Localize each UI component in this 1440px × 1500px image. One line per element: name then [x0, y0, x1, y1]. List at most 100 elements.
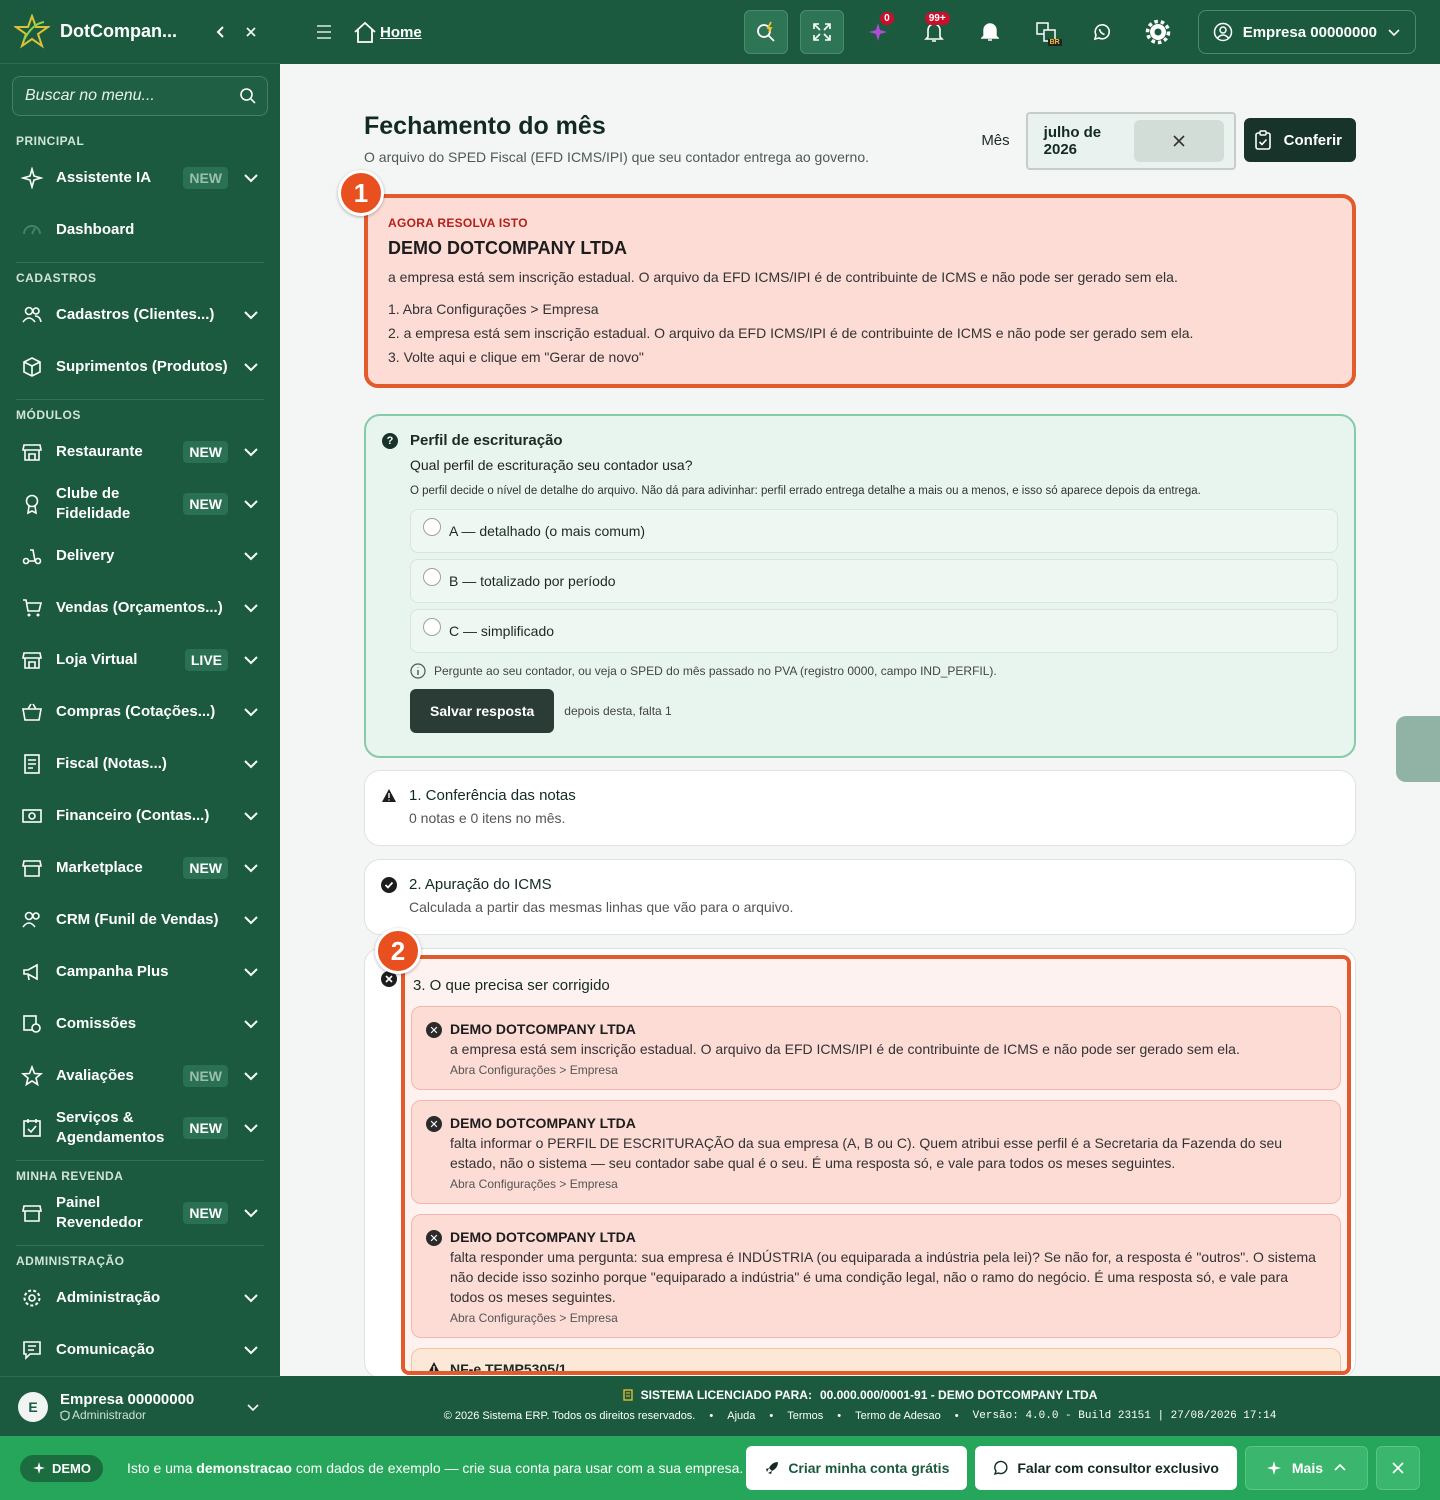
home-link[interactable]: Home	[352, 20, 422, 44]
error-item: ✕ DEMO DOTCOMPANY LTDA falta responder u…	[411, 1214, 1341, 1338]
sidebar-item-administracao[interactable]: Administração	[0, 1272, 280, 1324]
close-banner-button[interactable]	[1376, 1446, 1420, 1490]
radio-button[interactable]	[423, 618, 441, 636]
language-code: BR	[1047, 39, 1062, 46]
step-apuracao[interactable]: 2. Apuração do ICMS Calculada a partir d…	[364, 859, 1356, 935]
perfil-option-c[interactable]: C — simplificado	[410, 609, 1338, 653]
error-hint: Abra Configurações > Empresa	[450, 1311, 618, 1325]
conferir-button[interactable]: Conferir	[1243, 118, 1356, 162]
notifications-button[interactable]: 99+	[912, 10, 956, 54]
month-label: Mês	[981, 132, 1010, 149]
sidebar-item-restaurante[interactable]: Restaurante NEW	[0, 426, 280, 478]
language-button[interactable]: BR	[1024, 10, 1068, 54]
chevron-down-icon	[244, 448, 258, 457]
warning-item: NF-e TEMP5305/1	[411, 1348, 1341, 1375]
new-badge: NEW	[183, 1202, 228, 1224]
whatsapp-button[interactable]	[1080, 10, 1124, 54]
terms-link[interactable]: Termos	[787, 1410, 823, 1422]
step-conferencia[interactable]: 1. Conferência das notas 0 notas e 0 ite…	[364, 770, 1356, 846]
sidebar-item-label: Comunicação	[56, 1341, 155, 1358]
sidebar-item-avaliacoes[interactable]: Avaliações NEW	[0, 1050, 280, 1102]
error-description: a empresa está sem inscrição estadual. O…	[450, 1041, 1240, 1057]
step-correcoes: 3. O que precisa ser corrigido ✕ DEMO DO…	[364, 948, 1356, 1378]
sidebar-item-marketplace[interactable]: Marketplace NEW	[0, 842, 280, 894]
alert-steps: 1. Abra Configurações > Empresa 2. a emp…	[388, 297, 1332, 369]
page-header: Fechamento do mês O arquivo do SPED Fisc…	[364, 64, 1356, 170]
demo-actions: Criar minha conta grátis Falar com consu…	[746, 1446, 1420, 1490]
users-icon	[20, 908, 44, 932]
scooter-icon	[20, 544, 44, 568]
sidebar-item-loja-virtual[interactable]: Loja Virtual LIVE	[0, 634, 280, 686]
clipboard-check-icon	[1254, 130, 1271, 150]
more-button[interactable]: Mais	[1244, 1446, 1368, 1490]
warning-title: NF-e TEMP5305/1	[450, 1361, 567, 1375]
error-title: DEMO DOTCOMPANY LTDA	[450, 1021, 636, 1037]
sidebar-item-fiscal[interactable]: Fiscal (Notas...)	[0, 738, 280, 790]
sidebar-item-label: Serviços & Agendamentos	[56, 1109, 165, 1146]
help-link[interactable]: Ajuda	[727, 1410, 755, 1422]
perfil-option-a[interactable]: A — detalhado (o mais comum)	[410, 509, 1338, 553]
search-icon[interactable]	[239, 87, 257, 105]
month-input[interactable]: julho de 2026	[1025, 112, 1236, 170]
sidebar-item-clube-fidelidade[interactable]: Clube de Fidelidade NEW	[0, 478, 280, 530]
chevron-down-icon	[1388, 29, 1400, 37]
quick-search-button[interactable]	[743, 10, 788, 54]
copyright: © 2026 Sistema ERP. Todos os direitos re…	[443, 1410, 696, 1422]
new-badge: NEW	[183, 167, 228, 189]
sidebar-item-comunicacao[interactable]: Comunicação	[0, 1324, 280, 1376]
adhesion-link[interactable]: Termo de Adesao	[855, 1410, 941, 1422]
sidebar-item-financeiro[interactable]: Financeiro (Contas...)	[0, 790, 280, 842]
sidebar-item-vendas[interactable]: Vendas (Orçamentos...)	[0, 582, 280, 634]
sparkle-badge: 0	[880, 12, 894, 25]
info-icon	[410, 663, 426, 679]
sidebar-item-dashboard[interactable]: Dashboard	[0, 204, 280, 256]
settings-button[interactable]	[1136, 10, 1180, 54]
chevron-down-icon	[244, 916, 258, 925]
sidebar-item-label: Fiscal (Notas...)	[56, 755, 167, 772]
sidebar-item-crm[interactable]: CRM (Funil de Vendas)	[0, 894, 280, 946]
side-drawer-tab[interactable]	[1396, 716, 1440, 782]
sidebar-item-campanha-plus[interactable]: Campanha Plus	[0, 946, 280, 998]
sidebar-item-cadastros[interactable]: Cadastros (Clientes...)	[0, 289, 280, 341]
sidebar-item-label: Vendas (Orçamentos...)	[56, 599, 223, 616]
sidebar-item-delivery[interactable]: Delivery	[0, 530, 280, 582]
error-title: DEMO DOTCOMPANY LTDA	[450, 1115, 636, 1131]
sidebar-item-painel-revendedor[interactable]: Painel Revendedor NEW	[0, 1187, 280, 1239]
perfil-question: Qual perfil de escrituração seu contador…	[410, 457, 693, 473]
menu-search-input[interactable]	[25, 87, 239, 105]
menu-icon[interactable]	[316, 25, 334, 39]
collapse-sidebar-button[interactable]	[206, 17, 236, 47]
perfil-option-b[interactable]: B — totalizado por período	[410, 559, 1338, 603]
sidebar-item-label: Financeiro (Contas...)	[56, 807, 210, 824]
fullscreen-button[interactable]	[799, 10, 844, 54]
sidebar-item-compras[interactable]: Compras (Cotações...)	[0, 686, 280, 738]
consultant-button[interactable]: Falar com consultor exclusivo	[975, 1446, 1237, 1490]
account-menu[interactable]: Empresa 00000000	[1197, 10, 1416, 54]
radio-button[interactable]	[423, 568, 441, 586]
sidebar-item-label: Compras (Cotações...)	[56, 703, 216, 720]
radio-button[interactable]	[423, 518, 441, 536]
alerts-button[interactable]	[968, 10, 1012, 54]
section-principal: PRINCIPAL	[16, 134, 85, 148]
sidebar-item-label: Dashboard	[56, 221, 135, 238]
store-icon	[20, 856, 44, 880]
x-circle-icon: ✕	[426, 1022, 442, 1038]
sidebar-user[interactable]: E Empresa 00000000 Administrador	[0, 1376, 280, 1436]
sidebar-item-comissoes[interactable]: Comissões	[0, 998, 280, 1050]
ai-sparkle-button[interactable]: 0	[856, 10, 900, 54]
perfil-hint: Pergunte ao seu contador, ou veja o SPED…	[410, 663, 1338, 679]
sidebar-item-suprimentos[interactable]: Suprimentos (Produtos)	[0, 341, 280, 393]
clear-month-button[interactable]	[1133, 120, 1224, 162]
bell-filled-icon	[980, 23, 999, 41]
save-answer-button[interactable]: Salvar resposta	[410, 689, 555, 733]
close-sidebar-button[interactable]	[236, 17, 266, 47]
sidebar: DotCompan... PRINCIPAL Assistente IA NEW…	[0, 0, 280, 1436]
demo-label: DEMO	[52, 1460, 91, 1476]
sparkle-icon	[33, 1462, 45, 1474]
create-account-button[interactable]: Criar minha conta grátis	[746, 1446, 968, 1490]
sidebar-item-assistente-ia[interactable]: Assistente IA NEW	[0, 152, 280, 204]
sidebar-item-servicos[interactable]: Serviços & Agendamentos NEW	[0, 1102, 280, 1154]
annotation-marker-2: 2	[375, 928, 421, 974]
step-title: 1. Conferência das notas	[409, 787, 576, 804]
perfil-header: ? Perfil de escrituração	[382, 432, 1338, 449]
